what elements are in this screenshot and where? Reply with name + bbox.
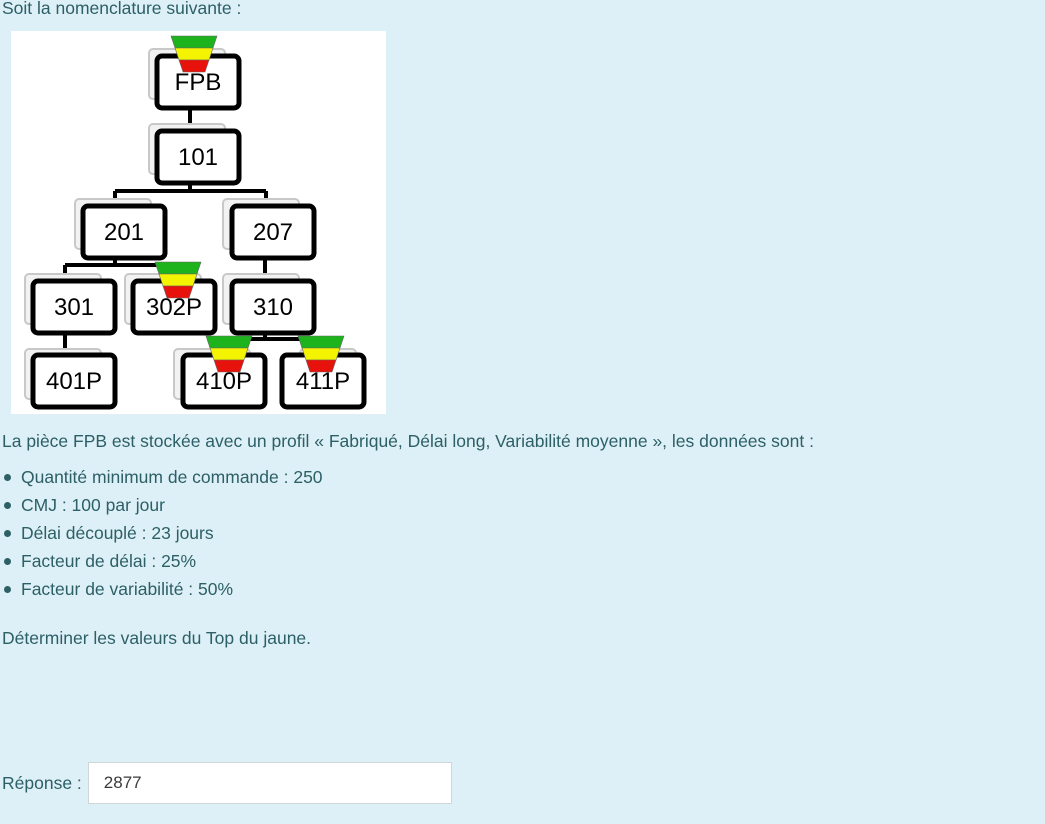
node-401p: 401P <box>46 368 102 395</box>
question-text: Déterminer les valeurs du Top du jaune. <box>2 628 312 648</box>
list-item: Facteur de variabilité : 50% <box>0 578 323 606</box>
node-302p: 302P <box>146 294 202 321</box>
bom-tree-svg: FPB 101 201 207 301 302P 310 401P 410P 4… <box>24 35 367 410</box>
data-list: Quantité minimum de commande : 250 CMJ :… <box>0 466 323 606</box>
node-201: 201 <box>104 219 144 246</box>
node-411p: 411P <box>296 368 350 395</box>
answer-row: Réponse : <box>2 761 452 805</box>
intro-text: Soit la nomenclature suivante : <box>2 0 242 18</box>
node-101: 101 <box>178 144 218 171</box>
node-301: 301 <box>54 294 94 321</box>
bom-diagram: FPB 101 201 207 301 302P 310 401P 410P 4… <box>11 31 386 414</box>
answer-label: Réponse : <box>2 772 82 793</box>
node-fpb: FPB <box>175 69 222 96</box>
answer-input[interactable] <box>87 762 452 804</box>
list-item: Facteur de délai : 25% <box>0 550 323 578</box>
list-item: Délai découplé : 23 jours <box>0 522 323 550</box>
node-310: 310 <box>253 294 293 321</box>
description-text: La pièce FPB est stockée avec un profil … <box>2 431 814 451</box>
list-item: CMJ : 100 par jour <box>0 494 323 522</box>
node-410p: 410P <box>196 368 252 395</box>
node-207: 207 <box>253 219 293 246</box>
list-item: Quantité minimum de commande : 250 <box>0 466 323 494</box>
